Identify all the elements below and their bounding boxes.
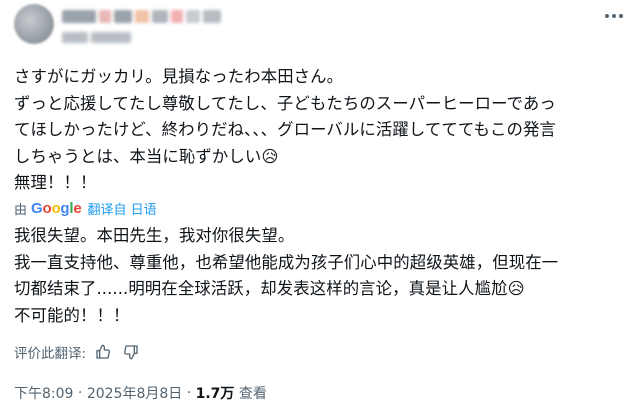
translation-source-link[interactable]: 翻译自 日语 — [88, 199, 157, 218]
google-logo: Google — [31, 199, 82, 217]
post-time[interactable]: 下午8:09 — [14, 383, 73, 403]
rate-translation-label: 评价此翻译: — [14, 346, 87, 362]
views-label: 查看 — [238, 386, 267, 402]
thumbs-up-icon[interactable] — [92, 341, 114, 363]
translated-text: 我很失望。本田先生，我对你很失望。 我一直支持他、尊重他，也希望他能成为孩子们心… — [14, 226, 559, 325]
avatar[interactable] — [14, 4, 54, 44]
post-text: さすがにガッカリ。見損なったわ本田さん。 ずっと応援してたし尊敬してたし、子ども… — [14, 67, 556, 193]
translation-attribution: 由 Google 翻译自 日语 — [14, 198, 157, 218]
views-count: 1.7万 — [195, 386, 235, 402]
post-meta: 下午8:09 · 2025年8月8日 · 1.7万 查看 — [14, 382, 267, 404]
meta-separator: · — [73, 385, 87, 401]
thumbs-down-icon[interactable] — [120, 341, 142, 363]
more-horizontal-icon[interactable] — [602, 8, 626, 24]
handle-redacted[interactable] — [62, 30, 131, 44]
post-date[interactable]: 2025年8月8日 — [87, 383, 182, 403]
post-header — [0, 0, 640, 60]
meta-separator: · — [182, 385, 196, 401]
display-name-redacted[interactable] — [62, 8, 221, 24]
rate-translation: 评价此翻译: — [14, 341, 142, 363]
translated-by-label: 由 — [14, 202, 28, 218]
